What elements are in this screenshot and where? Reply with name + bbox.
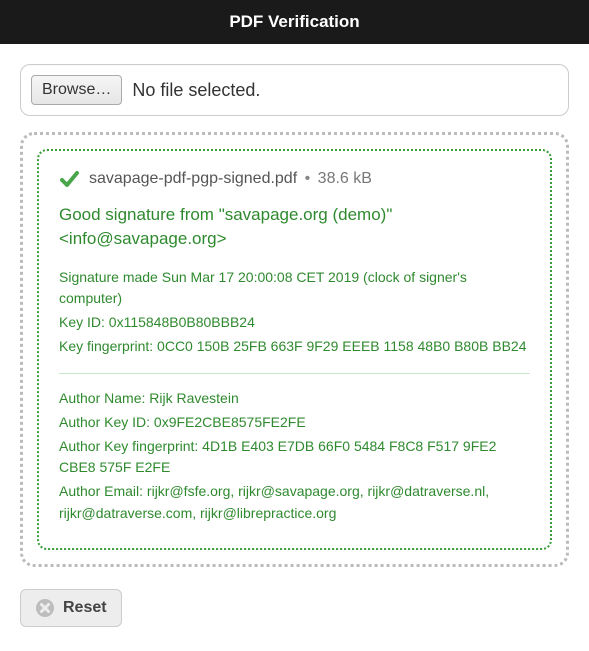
page-title: PDF Verification bbox=[229, 12, 359, 31]
result-outer-panel: savapage-pdf-pgp-signed.pdf • 38.6 kB Go… bbox=[20, 132, 569, 567]
divider bbox=[59, 373, 530, 374]
browse-button-label: Browse… bbox=[42, 81, 111, 98]
content-area: Browse… No file selected. savapage-pdf-p… bbox=[0, 44, 589, 647]
author-meta-block: Author Name: Rijk Ravestein Author Key I… bbox=[59, 388, 530, 524]
key-id: Key ID: 0x115848B0B80BBB24 bbox=[59, 312, 530, 334]
signature-made: Signature made Sun Mar 17 20:00:08 CET 2… bbox=[59, 267, 530, 310]
author-email: Author Email: rijkr@fsfe.org, rijkr@sava… bbox=[59, 481, 530, 524]
signature-meta-block: Signature made Sun Mar 17 20:00:08 CET 2… bbox=[59, 267, 530, 358]
reset-button[interactable]: Reset bbox=[20, 589, 122, 627]
close-circle-icon bbox=[35, 598, 55, 618]
author-key-fingerprint: Author Key fingerprint: 4D1B E403 E7DB 6… bbox=[59, 436, 530, 479]
author-key-id: Author Key ID: 0x9FE2CBE8575FE2FE bbox=[59, 412, 530, 434]
file-name: savapage-pdf-pgp-signed.pdf bbox=[89, 170, 297, 187]
file-info-line: savapage-pdf-pgp-signed.pdf • 38.6 kB bbox=[59, 169, 530, 189]
author-name: Author Name: Rijk Ravestein bbox=[59, 388, 530, 410]
separator-dot: • bbox=[305, 170, 311, 187]
file-picker-row: Browse… No file selected. bbox=[20, 64, 569, 116]
file-info-text: savapage-pdf-pgp-signed.pdf • 38.6 kB bbox=[89, 170, 372, 188]
file-size: 38.6 kB bbox=[318, 170, 372, 187]
good-signature-message: Good signature from "savapage.org (demo)… bbox=[59, 203, 530, 251]
checkmark-icon bbox=[59, 169, 79, 189]
title-bar: PDF Verification bbox=[0, 0, 589, 44]
reset-button-label: Reset bbox=[63, 599, 107, 617]
result-inner-panel: savapage-pdf-pgp-signed.pdf • 38.6 kB Go… bbox=[37, 149, 552, 550]
file-picker-status: No file selected. bbox=[132, 80, 260, 101]
key-fingerprint: Key fingerprint: 0CC0 150B 25FB 663F 9F2… bbox=[59, 336, 530, 358]
reset-row: Reset bbox=[20, 589, 569, 627]
browse-button[interactable]: Browse… bbox=[31, 75, 122, 105]
